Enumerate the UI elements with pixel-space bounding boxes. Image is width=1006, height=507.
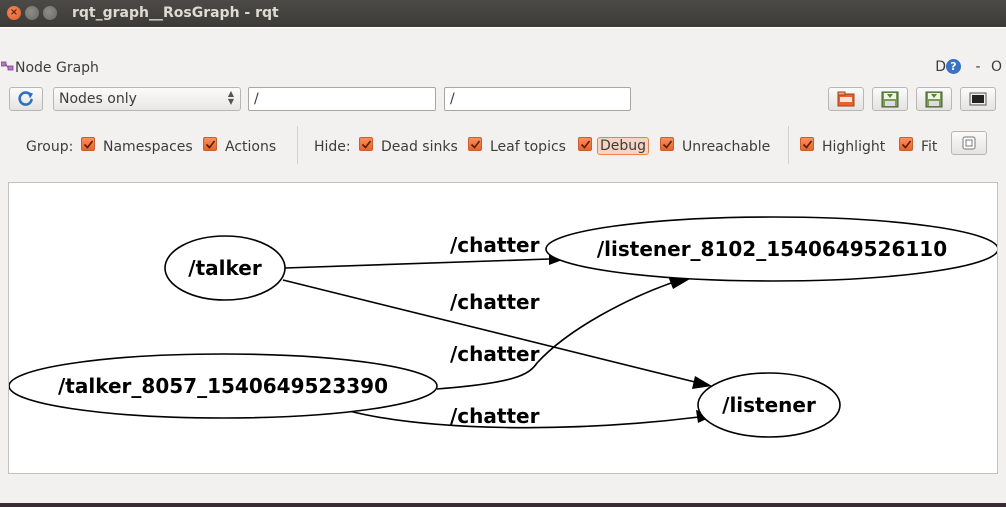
app-window: Node Graph D? - O Nodes only ▲ ▼ / / Gro… bbox=[0, 28, 1006, 507]
highlight-checkbox[interactable] bbox=[800, 137, 814, 151]
edge-label: /chatter bbox=[450, 342, 540, 366]
unreachable-label[interactable]: Unreachable bbox=[682, 139, 770, 155]
graph-mode-select[interactable]: Nodes only ▲ ▼ bbox=[53, 87, 241, 111]
namespaces-checkbox[interactable] bbox=[81, 137, 95, 151]
combo-arrows-icon: ▲ ▼ bbox=[227, 89, 234, 106]
debug-checkbox[interactable] bbox=[578, 137, 592, 151]
fit-checkbox[interactable] bbox=[899, 137, 913, 151]
node-label: /listener bbox=[722, 393, 816, 417]
node-talker[interactable]: /talker bbox=[164, 235, 286, 301]
leaf-topics-checkbox[interactable] bbox=[468, 137, 482, 151]
dock-close-button[interactable]: O bbox=[991, 59, 1002, 75]
ros-graph[interactable]: /chatter /chatter /chatter /chatter /tal… bbox=[9, 183, 998, 474]
check-icon bbox=[83, 140, 94, 149]
save-svg-button[interactable] bbox=[916, 87, 952, 111]
graph-toolbar: Nodes only ▲ ▼ / / bbox=[0, 85, 1006, 113]
namespaces-label[interactable]: Namespaces bbox=[103, 139, 193, 155]
dead-sinks-label[interactable]: Dead sinks bbox=[381, 139, 458, 155]
save-icon bbox=[881, 91, 899, 108]
node-label: /talker bbox=[188, 256, 262, 280]
close-window-button[interactable]: × bbox=[7, 6, 21, 20]
edge-label: /chatter bbox=[450, 290, 540, 314]
folder-open-icon bbox=[837, 91, 855, 107]
group-label: Group: bbox=[26, 139, 74, 155]
leaf-topics-label[interactable]: Leaf topics bbox=[490, 139, 566, 155]
save-svg-icon bbox=[925, 91, 943, 108]
edge-talker-to-listener-long[interactable] bbox=[284, 258, 550, 269]
fit-view-icon bbox=[962, 136, 976, 150]
dock-controls: D? - O bbox=[931, 59, 1002, 75]
save-image-button[interactable] bbox=[960, 87, 996, 111]
screenshot-icon bbox=[969, 92, 987, 106]
hide-label: Hide: bbox=[314, 139, 351, 155]
check-icon bbox=[662, 140, 673, 149]
check-icon bbox=[802, 140, 813, 149]
node-listener-8102[interactable]: /listener_8102_1540649526110 bbox=[545, 216, 998, 282]
maximize-window-button[interactable] bbox=[43, 6, 57, 20]
fit-label[interactable]: Fit bbox=[921, 139, 937, 155]
edge-label: /chatter bbox=[450, 233, 540, 257]
graph-mode-value: Nodes only bbox=[59, 91, 137, 107]
actions-checkbox[interactable] bbox=[203, 137, 217, 151]
edge-label: /chatter bbox=[450, 404, 540, 428]
terminal-strip bbox=[0, 503, 1006, 507]
dock-title-bar: Node Graph D? - O bbox=[0, 55, 1006, 77]
node-label: /talker_8057_1540649523390 bbox=[58, 374, 388, 398]
highlight-label[interactable]: Highlight bbox=[822, 139, 885, 155]
check-icon bbox=[901, 140, 912, 149]
dead-sinks-checkbox[interactable] bbox=[359, 137, 373, 151]
check-icon bbox=[205, 140, 216, 149]
node-talker-8057[interactable]: /talker_8057_1540649523390 bbox=[9, 353, 438, 419]
graph-options-bar: Group: Namespaces Actions Hide: Dead sin… bbox=[0, 126, 1006, 166]
dock-minimize-button[interactable]: - bbox=[975, 59, 980, 75]
title-bar[interactable]: × rqt_graph__RosGraph - rqt bbox=[0, 0, 1006, 27]
options-separator bbox=[297, 126, 298, 164]
plugin-icon bbox=[1, 61, 14, 71]
refresh-icon bbox=[18, 91, 33, 106]
load-dot-button[interactable] bbox=[828, 87, 864, 111]
graph-canvas[interactable]: /chatter /chatter /chatter /chatter /tal… bbox=[8, 182, 998, 474]
help-icon[interactable]: ? bbox=[946, 59, 961, 74]
refresh-button[interactable] bbox=[9, 87, 43, 111]
node-listener[interactable]: /listener bbox=[697, 372, 841, 438]
actions-label[interactable]: Actions bbox=[225, 139, 276, 155]
save-dot-button[interactable] bbox=[872, 87, 908, 111]
node-label: /listener_8102_1540649526110 bbox=[597, 237, 947, 261]
check-icon bbox=[470, 140, 481, 149]
check-icon bbox=[361, 140, 372, 149]
minimize-window-button[interactable] bbox=[25, 6, 39, 20]
dock-title: Node Graph bbox=[15, 60, 99, 76]
fit-in-view-button[interactable] bbox=[951, 131, 987, 155]
window-title: rqt_graph__RosGraph - rqt bbox=[72, 5, 279, 21]
node-filter-input[interactable]: / bbox=[248, 87, 436, 111]
dock-d-button[interactable]: D bbox=[935, 59, 946, 75]
unreachable-checkbox[interactable] bbox=[660, 137, 674, 151]
debug-label[interactable]: Debug bbox=[597, 137, 650, 155]
check-icon bbox=[580, 140, 591, 149]
options-separator bbox=[788, 126, 789, 164]
topic-filter-input[interactable]: / bbox=[444, 87, 631, 111]
